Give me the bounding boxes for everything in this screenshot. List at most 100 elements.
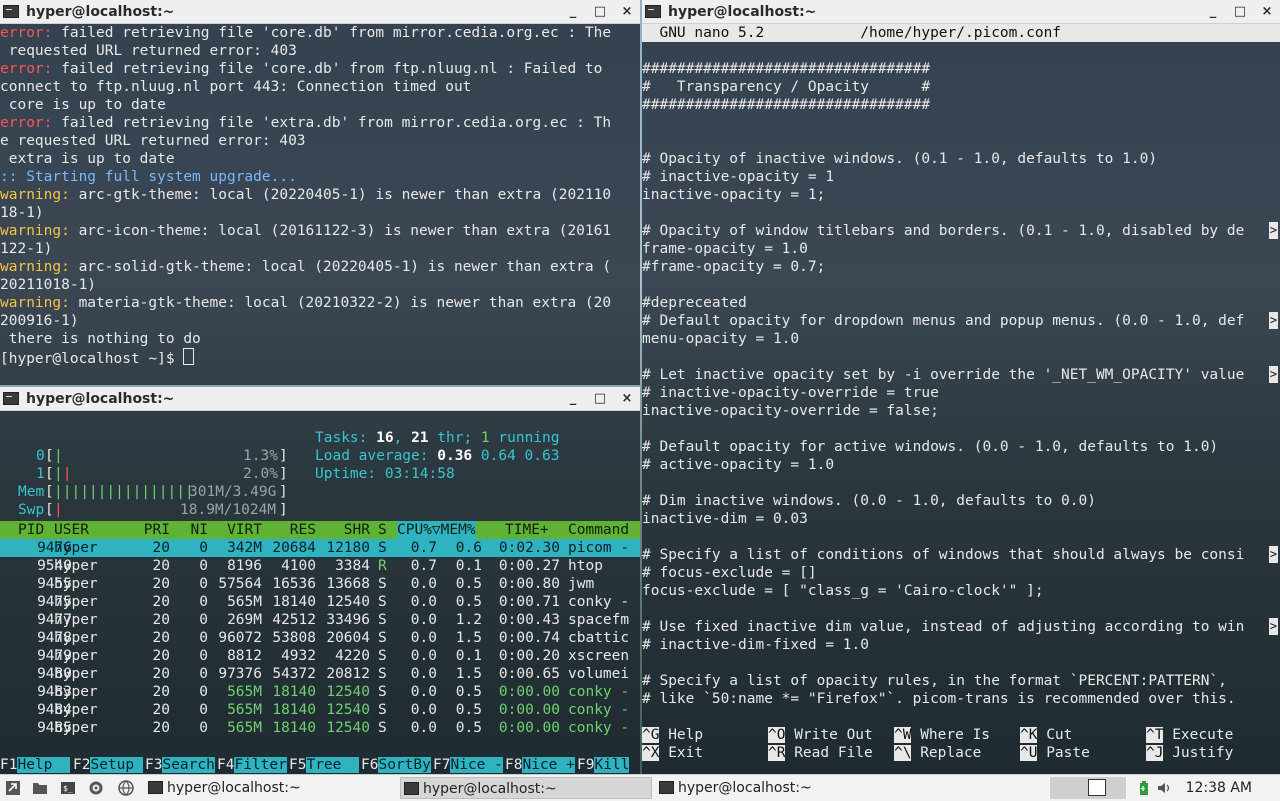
taskbar-task-3[interactable]: hyper@localhost:~ [656,777,908,799]
terminal-window-pacman[interactable]: hyper@localhost:~ _ □ × error: failed re… [0,0,640,385]
editor-line[interactable]: # Default opacity for dropdown menus and… [642,312,1280,330]
maximize-button[interactable]: □ [1233,0,1247,24]
column-header-pid[interactable]: PID [18,521,44,539]
editor-line[interactable]: #depreceated [642,294,1280,312]
column-header-time[interactable]: TIME+ [505,521,549,539]
process-row[interactable]: 9485 hyper 20 0 565M 18140 12540 S 0.0 0.5 0:00.00… [0,719,640,737]
close-button[interactable]: × [1260,0,1274,24]
process-row[interactable]: 9455 hyper 20 0 57564 16536 13668 S 0.0 0.5 0:00.8… [0,575,640,593]
fkey-f2[interactable]: F2Setup [73,756,143,774]
close-button[interactable]: × [620,387,634,411]
window-titlebar[interactable]: hyper@localhost:~ _ □ × [0,0,640,24]
editor-line[interactable] [642,114,1280,132]
pager[interactable] [1050,777,1126,799]
process-row[interactable]: 9484 hyper 20 0 565M 18140 12540 S 0.0 0.5 0:00.00… [0,701,640,719]
nano-shortcut[interactable]: ^U Paste [1020,744,1090,762]
editor-line[interactable]: # Use fixed inactive dim value, instead … [642,618,1280,636]
taskbar-task-2[interactable]: hyper@localhost:~ [400,777,652,799]
editor-line[interactable]: #frame-opacity = 0.7; [642,258,1280,276]
taskbar-task-1[interactable]: hyper@localhost:~ [145,777,397,799]
column-header-user[interactable]: USER [54,521,89,539]
clock[interactable]: 12:38 AM [1186,775,1252,801]
maximize-button[interactable]: □ [593,0,607,24]
editor-line[interactable] [642,474,1280,492]
maximize-button[interactable]: □ [593,387,607,411]
process-row[interactable]: 9477 hyper 20 0 269M 42512 33496 S 0.0 1.2 0:00.43… [0,611,640,629]
nano-shortcut[interactable]: ^O Write Out [768,726,873,744]
editor-line[interactable]: # Dim inactive windows. (0.0 - 1.0, defa… [642,492,1280,510]
fkey-f6[interactable]: F6SortBy [361,756,431,774]
pager-desktop[interactable] [1088,779,1106,796]
editor-line[interactable]: frame-opacity = 1.0 [642,240,1280,258]
column-header-command[interactable]: Command [568,521,629,539]
process-row[interactable]: 9479 hyper 20 0 8812 4932 4220 S 0.0 0.1 0:00.20 xs… [0,647,640,665]
column-header-ni[interactable]: NI [170,521,208,539]
fkey-f5[interactable]: F5Tree [289,756,359,774]
minimize-button[interactable]: _ [566,387,580,411]
column-header-res[interactable]: RES [262,521,316,539]
prompt-line[interactable]: [hyper@localhost ~]$ [0,348,640,367]
fkey-f1[interactable]: F1Help [0,756,70,774]
editor-line[interactable]: # inactive-opacity-override = true [642,384,1280,402]
process-row[interactable]: 9540 hyper 20 0 8196 4100 3384 R 0.7 0.1 0:00.27 ht… [0,557,640,575]
editor-line[interactable] [642,600,1280,618]
nano-shortcut[interactable]: ^R Read File [768,744,873,762]
editor-line[interactable]: menu-opacity = 1.0 [642,330,1280,348]
fkey-f3[interactable]: F3Search [145,756,215,774]
process-row[interactable]: 9483 hyper 20 0 565M 18140 12540 S 0.0 0.5 0:00.00… [0,683,640,701]
fkey-f7[interactable]: F7Nice - [433,756,503,774]
globe-icon[interactable] [118,780,134,796]
nano-shortcut[interactable]: ^G Help [642,726,703,744]
fkey-f8[interactable]: F8Nice + [505,756,575,774]
nano-shortcut[interactable]: ^K Cut [1020,726,1072,744]
process-table-header[interactable]: PID USER PRI NI VIRT RES SHR S CPU%▽MEM% TIME+ Com… [0,521,640,539]
editor-line[interactable]: # inactive-opacity = 1 [642,168,1280,186]
fkey-f4[interactable]: F4Filter [217,756,287,774]
editor-line[interactable] [642,204,1280,222]
editor-line[interactable]: focus-exclude = [ "class_g = 'Cairo-cloc… [642,582,1280,600]
terminal-window-htop[interactable]: hyper@localhost:~ _ □ × 0[| 1.3%] 1[|| 2.0… [0,387,640,774]
editor-line[interactable]: # Specify a list of conditions of window… [642,546,1280,564]
htop-screen[interactable]: 0[| 1.3%] 1[|| 2.0%] Mem[|||||||||||||||| 3… [0,411,640,774]
battery-icon[interactable] [1136,780,1152,796]
terminal-window-nano[interactable]: hyper@localhost:~ _ □ × GNU nano 5.2 /ho… [642,0,1280,774]
editor-line[interactable]: # Specify a list of opacity rules, in th… [642,672,1280,690]
terminal-icon[interactable]: $_ [60,780,76,796]
function-key-bar[interactable]: F1Help F2Setup F3Search F4Filter F5Tree F6… [0,756,640,774]
editor-line[interactable] [642,348,1280,366]
close-button[interactable]: × [620,0,634,24]
column-header-cpumem[interactable]: CPU%▽MEM% [397,521,476,539]
terminal-output[interactable]: error: failed retrieving file 'core.db' … [0,24,640,385]
column-header-pri[interactable]: PRI [130,521,170,539]
nano-shortcut[interactable]: ^X Exit [642,744,703,762]
editor-line[interactable]: # Default opacity for active windows. (0… [642,438,1280,456]
editor-line[interactable]: # active-opacity = 1.0 [642,456,1280,474]
editor-line[interactable] [642,528,1280,546]
editor-line[interactable]: ################################# [642,60,1280,78]
column-header-shr[interactable]: SHR [316,521,370,539]
process-row[interactable]: 9475 hyper 20 0 565M 18140 12540 S 0.0 0.5 0:00.71… [0,593,640,611]
nano-editor[interactable]: GNU nano 5.2 /home/hyper/.picom.conf ###… [642,24,1280,774]
editor-line[interactable] [642,276,1280,294]
minimize-button[interactable]: _ [1206,0,1220,24]
window-titlebar[interactable]: hyper@localhost:~ _ □ × [0,387,640,411]
editor-line[interactable]: # Transparency / Opacity # [642,78,1280,96]
editor-line[interactable] [642,654,1280,672]
menu-icon[interactable] [5,780,21,796]
process-row[interactable]: 9480 hyper 20 0 97376 54372 20812 S 0.0 1.5 0:00.6… [0,665,640,683]
nano-shortcut[interactable]: ^W Where Is [894,726,990,744]
editor-line[interactable]: # like `50:name *= "Firefox"`. picom-tra… [642,690,1280,708]
editor-line[interactable]: inactive-opacity-override = false; [642,402,1280,420]
nano-shortcut[interactable]: ^\ Replace [894,744,981,762]
editor-line[interactable]: # focus-exclude = [] [642,564,1280,582]
editor-line[interactable]: inactive-dim = 0.03 [642,510,1280,528]
process-row[interactable]: 9478 hyper 20 0 96072 53808 20604 S 0.0 1.5 0:00.7… [0,629,640,647]
column-header-s[interactable]: S [378,521,387,539]
fkey-f9[interactable]: F9Kill [577,756,630,774]
editor-line[interactable]: # Opacity of inactive windows. (0.1 - 1.… [642,150,1280,168]
editor-line[interactable]: ################################# [642,96,1280,114]
nano-shortcut[interactable]: ^T Execute [1146,726,1233,744]
process-row[interactable]: 9476 hyper 20 0 342M 20684 12180 S 0.7 0.6 0:02.30… [0,539,640,557]
editor-line[interactable] [642,132,1280,150]
editor-line[interactable]: # Let inactive opacity set by -i overrid… [642,366,1280,384]
